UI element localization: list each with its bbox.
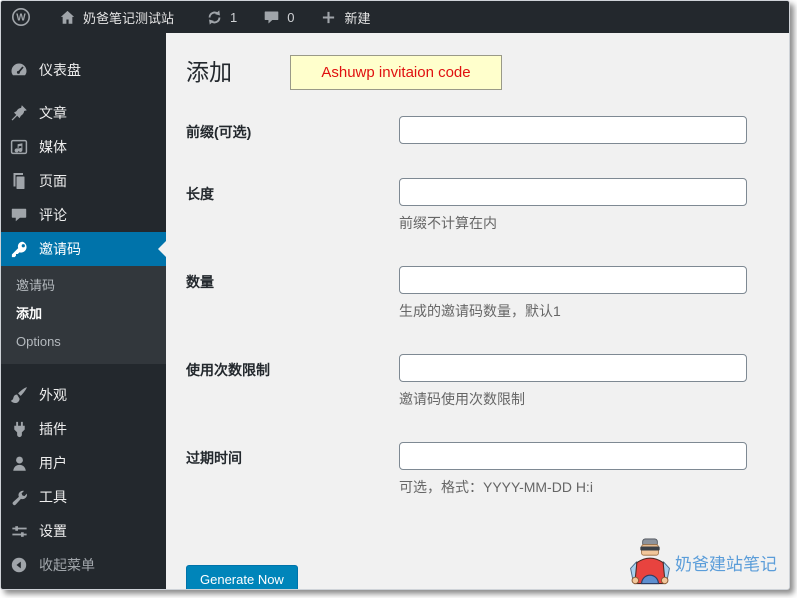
length-help: 前缀不计算在内 xyxy=(399,215,497,231)
sidebar-separator xyxy=(1,364,166,378)
form-row-prefix: 前缀(可选) xyxy=(186,116,769,144)
topbar-update-count: 1 xyxy=(230,9,238,25)
submenu-item-invitation-codes[interactable]: 邀请码 xyxy=(1,272,166,300)
topbar-new-label: 新建 xyxy=(344,10,371,26)
sidebar-item-label: 仪表盘 xyxy=(39,62,81,78)
expiry-help: 可选，格式：YYYY-MM-DD H:i xyxy=(399,479,593,495)
prefix-label: 前缀(可选) xyxy=(186,124,252,140)
topbar-site-name: 奶爸笔记测试站 xyxy=(83,10,175,26)
sidebar-item-dashboard[interactable]: 仪表盘 xyxy=(1,53,166,87)
wordpress-logo-button[interactable]: W xyxy=(1,7,41,27)
sidebar-item-label: 页面 xyxy=(39,173,67,189)
length-input[interactable] xyxy=(399,178,747,206)
user-icon xyxy=(9,453,29,473)
home-icon xyxy=(57,7,77,27)
form-row-quantity: 数量 生成的邀请码数量，默认1 xyxy=(186,266,769,321)
sidebar-item-label: 插件 xyxy=(39,421,67,437)
sidebar-item-label: 评论 xyxy=(39,207,67,223)
sidebar-item-appearance[interactable]: 外观 xyxy=(1,378,166,412)
comments-icon xyxy=(9,205,29,225)
topbar-comment-count: 0 xyxy=(287,9,295,25)
quantity-input[interactable] xyxy=(399,266,747,294)
sidebar-item-label: 媒体 xyxy=(39,139,67,155)
invitation-submenu: 邀请码 添加 Options xyxy=(1,266,166,364)
plus-icon xyxy=(318,7,338,27)
sidebar-item-label: 用户 xyxy=(39,455,67,471)
plugin-hint-tooltip: Ashuwp invitaion code xyxy=(290,55,502,90)
sidebar-item-label: 设置 xyxy=(39,523,67,539)
submenu-item-options[interactable]: Options xyxy=(1,328,166,356)
dad-avatar-icon xyxy=(630,538,670,585)
generate-now-button[interactable]: Generate Now xyxy=(186,565,298,589)
form-row-length: 长度 前缀不计算在内 xyxy=(186,178,769,233)
brush-icon xyxy=(9,385,29,405)
usage-limit-label: 使用次数限制 xyxy=(186,362,270,378)
svg-text:W: W xyxy=(16,13,26,24)
form-row-expiry: 过期时间 可选，格式：YYYY-MM-DD H:i xyxy=(186,442,769,497)
usage-limit-input[interactable] xyxy=(399,354,747,382)
sliders-icon xyxy=(9,521,29,541)
sidebar-item-pages[interactable]: 页面 xyxy=(1,164,166,198)
expiry-label: 过期时间 xyxy=(186,450,242,466)
updates-icon xyxy=(204,7,224,27)
sidebar-item-label: 工具 xyxy=(39,489,67,505)
sidebar-collapse-label: 收起菜单 xyxy=(39,557,95,573)
prefix-input[interactable] xyxy=(399,116,747,144)
sidebar-item-label: 邀请码 xyxy=(39,241,81,257)
sidebar-item-media[interactable]: 媒体 xyxy=(1,130,166,164)
sidebar-item-comments[interactable]: 评论 xyxy=(1,198,166,232)
expiry-input[interactable] xyxy=(399,442,747,470)
comment-bubble-icon xyxy=(261,7,281,27)
dashboard-icon xyxy=(9,60,29,80)
sidebar-item-invitation-codes[interactable]: 邀请码 xyxy=(1,232,166,266)
watermark-text: 奶爸建站笔记 xyxy=(675,555,777,574)
key-icon xyxy=(9,239,29,259)
main-content: 添加 Ashuwp invitaion code 前缀(可选) 长度 前缀不计算… xyxy=(166,33,789,589)
sidebar-item-users[interactable]: 用户 xyxy=(1,446,166,480)
sidebar-item-tools[interactable]: 工具 xyxy=(1,480,166,514)
sidebar-item-settings[interactable]: 设置 xyxy=(1,514,166,548)
topbar-new-button[interactable]: 新建 xyxy=(310,1,378,33)
sidebar-item-label: 外观 xyxy=(39,387,67,403)
page-title: 添加 xyxy=(186,59,232,85)
topbar-comments-button[interactable]: 0 xyxy=(253,1,302,33)
plugin-icon xyxy=(9,419,29,439)
admin-sidebar: 仪表盘 文章 媒体 页面 评论 邀请码 邀请码 添加 Options 外观 插件… xyxy=(1,33,166,589)
admin-topbar: W 奶爸笔记测试站 1 0 新建 xyxy=(1,1,789,33)
length-label: 长度 xyxy=(186,186,214,202)
usage-limit-help: 邀请码使用次数限制 xyxy=(399,391,525,407)
topbar-updates-button[interactable]: 1 xyxy=(196,1,245,33)
form-row-usage-limit: 使用次数限制 邀请码使用次数限制 xyxy=(186,354,769,409)
add-code-form: 前缀(可选) 长度 前缀不计算在内 数量 生成的邀请码数量，默认1 使用次数限制… xyxy=(186,116,769,589)
pin-icon xyxy=(9,103,29,123)
screenshot-stage: W 奶爸笔记测试站 1 0 新建 仪表盘 文章 媒体 页面 评论 邀请码 邀请码… xyxy=(0,0,797,598)
quantity-label: 数量 xyxy=(186,274,214,290)
wrench-icon xyxy=(9,487,29,507)
wordpress-admin-window: W 奶爸笔记测试站 1 0 新建 仪表盘 文章 媒体 页面 评论 邀请码 邀请码… xyxy=(0,0,790,590)
site-watermark: 奶爸建站笔记 xyxy=(629,537,777,585)
sidebar-collapse-menu[interactable]: 收起菜单 xyxy=(1,548,166,582)
media-icon xyxy=(9,137,29,157)
title-row: 添加 Ashuwp invitaion code xyxy=(186,55,769,95)
sidebar-separator xyxy=(1,87,166,96)
pages-icon xyxy=(9,171,29,191)
wordpress-logo-icon: W xyxy=(12,8,30,26)
admin-frame: 仪表盘 文章 媒体 页面 评论 邀请码 邀请码 添加 Options 外观 插件… xyxy=(1,33,789,589)
sidebar-item-label: 文章 xyxy=(39,105,67,121)
sidebar-item-plugins[interactable]: 插件 xyxy=(1,412,166,446)
collapse-arrow-icon xyxy=(9,555,29,575)
topbar-site-link[interactable]: 奶爸笔记测试站 xyxy=(49,1,182,33)
quantity-help: 生成的邀请码数量，默认1 xyxy=(399,303,561,319)
submenu-item-add[interactable]: 添加 xyxy=(1,300,166,328)
sidebar-item-posts[interactable]: 文章 xyxy=(1,96,166,130)
